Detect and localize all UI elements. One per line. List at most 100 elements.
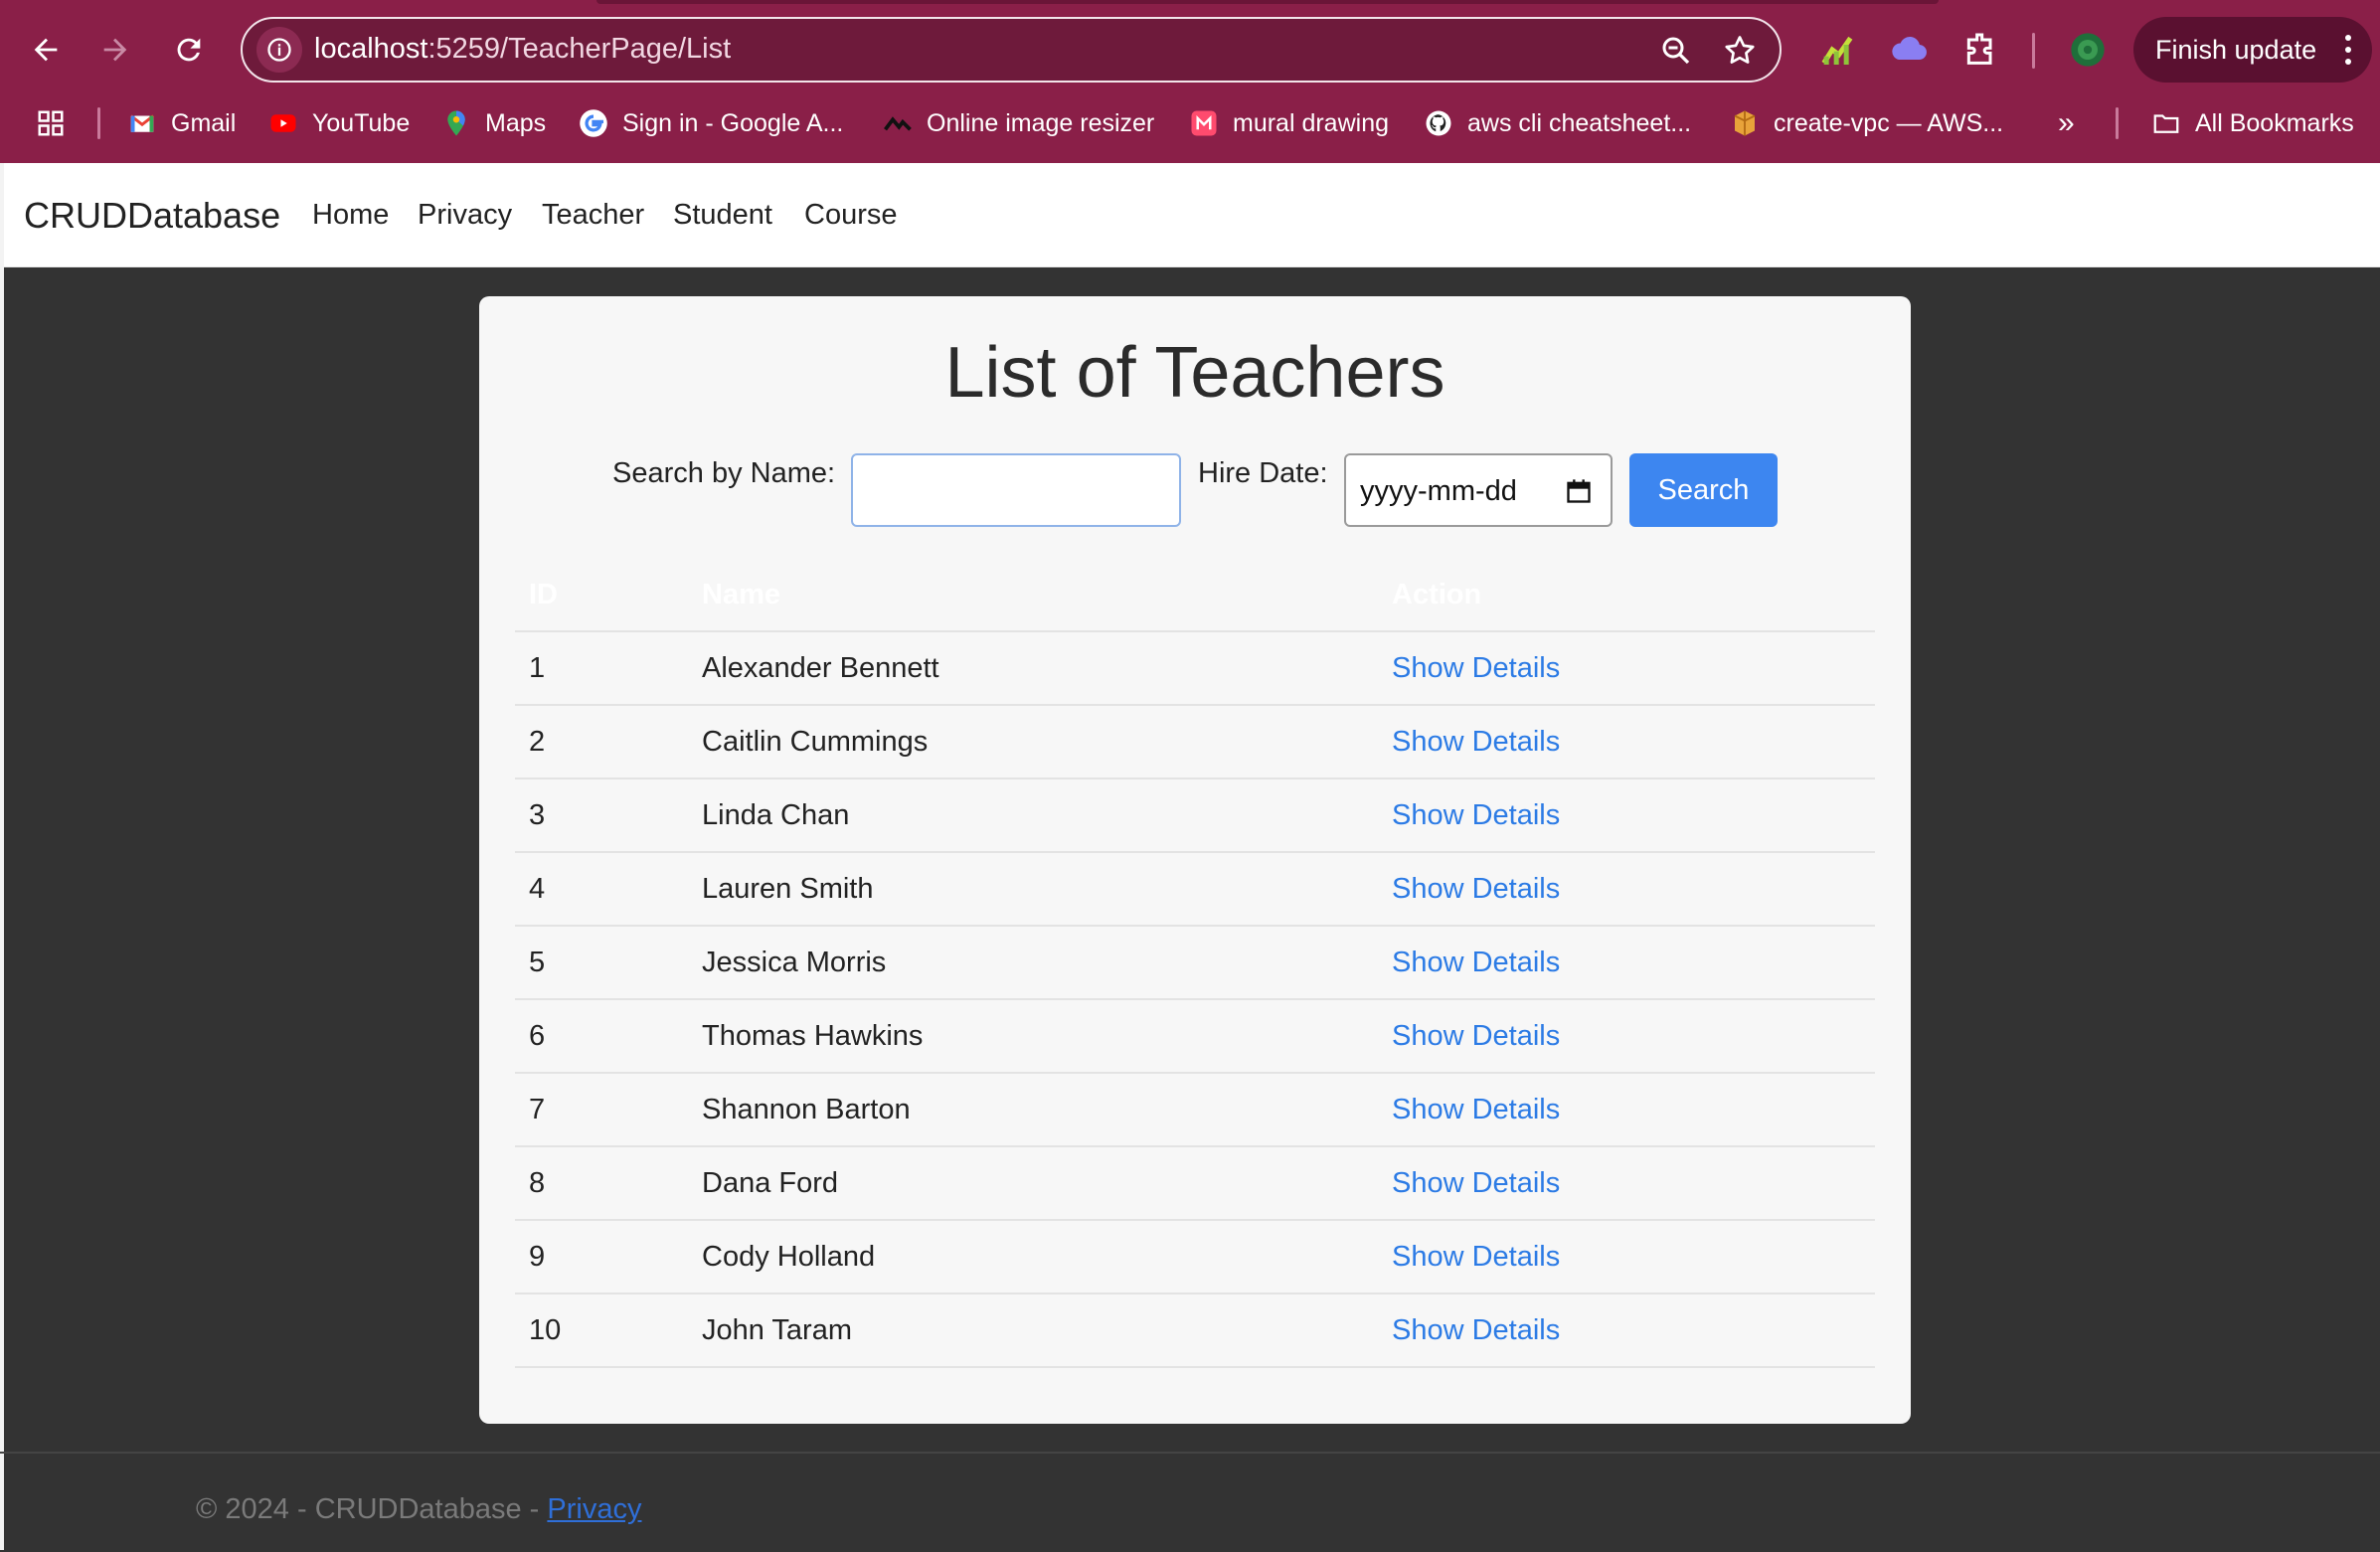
bookmark-maps[interactable]: Maps [441,101,546,145]
cell-name: John Taram [688,1293,1378,1368]
footer-text: © 2024 - CRUDDatabase - Privacy [196,1493,641,1526]
bookmark-gmail[interactable]: Gmail [127,101,236,145]
bookmark-label: Gmail [171,108,237,137]
toolbar-separator [2032,33,2035,69]
show-details-link[interactable]: Show Details [1392,1167,1560,1199]
nav-link-home[interactable]: Home [312,199,389,232]
footer-privacy-link[interactable]: Privacy [547,1493,641,1525]
profile-avatar-icon[interactable] [2068,30,2108,70]
teachers-table: ID Name Action 1 Alexander Bennett Show De… [515,559,1875,1368]
cell-id: 2 [515,704,688,778]
table-row: 1 Alexander Bennett Show Details [515,630,1875,705]
cell-name: Lauren Smith [688,851,1378,926]
search-name-label: Search by Name: [612,457,836,489]
cell-id: 6 [515,998,688,1073]
show-details-link[interactable]: Show Details [1392,1094,1560,1125]
show-details-link[interactable]: Show Details [1392,1314,1560,1346]
show-details-link[interactable]: Show Details [1392,726,1560,758]
table-header-row: ID Name Action [515,559,1875,631]
cell-action: Show Details [1378,630,1875,705]
search-button[interactable]: Search [1629,453,1778,527]
hire-date-placeholder: yyyy-mm-dd [1360,475,1517,507]
show-details-link[interactable]: Show Details [1392,1020,1560,1052]
header-name: Name [702,578,780,610]
cell-name: Jessica Morris [688,925,1378,999]
nav-link-teacher[interactable]: Teacher [542,199,644,232]
back-arrow-icon [34,38,58,62]
show-details-link[interactable]: Show Details [1392,1241,1560,1273]
app-navbar: CRUDDatabase Home Privacy Teacher Studen… [4,163,2380,267]
calendar-icon[interactable] [1565,477,1593,505]
cell-name: Thomas Hawkins [688,998,1378,1073]
bookmark-label: mural drawing [1233,108,1390,137]
cell-name: Caitlin Cummings [688,704,1378,778]
cell-id: 3 [515,777,688,852]
show-details-link[interactable]: Show Details [1392,652,1560,684]
github-icon [1424,108,1453,138]
cell-id: 9 [515,1219,688,1293]
cell-action: Show Details [1378,998,1875,1073]
nav-link-privacy[interactable]: Privacy [418,199,512,232]
bookmark-create-vpc[interactable]: create-vpc — AWS... [1730,101,2003,145]
forward-arrow-icon [103,38,127,62]
nav-link-student[interactable]: Student [673,199,772,232]
youtube-icon [268,108,298,138]
cell-name: Shannon Barton [688,1072,1378,1146]
finish-update-button[interactable]: Finish update [2133,17,2372,83]
resizer-icon [883,108,913,138]
cell-id: 7 [515,1072,688,1146]
table-row: 7 Shannon Barton Show Details [515,1072,1875,1146]
zoom-icon[interactable] [1658,33,1694,69]
page-footer: © 2024 - CRUDDatabase - Privacy [0,1452,2380,1552]
bookmark-google-signin[interactable]: Sign in - Google A... [579,101,843,145]
teachers-card: List of Teachers Search by Name: Hire Da… [479,296,1911,1424]
hire-date-label: Hire Date: [1198,457,1328,489]
apps-grid-button[interactable] [36,101,66,145]
chart-extension-icon[interactable] [1817,30,1857,70]
bookmark-star-icon[interactable] [1722,33,1758,69]
nav-link-course[interactable]: Course [804,199,898,232]
aws-icon [1730,108,1760,138]
reload-button[interactable] [159,20,219,80]
all-bookmarks-button[interactable]: All Bookmarks [2151,101,2354,145]
extensions-puzzle-icon[interactable] [1960,30,2000,70]
bookmarks-overflow-button[interactable]: » [2058,101,2075,145]
browser-chrome: localhost:5259/TeacherPage/List Finish u… [0,0,2380,163]
navbar-brand[interactable]: CRUDDatabase [24,195,280,237]
address-bar[interactable]: localhost:5259/TeacherPage/List [241,17,1782,83]
more-menu-icon [2345,35,2351,65]
finish-update-label: Finish update [2155,34,2317,65]
search-name-input[interactable] [851,453,1181,527]
cell-action: Show Details [1378,777,1875,852]
folder-icon [2151,108,2181,138]
bookmark-separator [97,107,100,139]
cell-action: Show Details [1378,1293,1875,1368]
bookmark-label: Maps [485,108,547,137]
table-row: 6 Thomas Hawkins Show Details [515,998,1875,1073]
table-row: 3 Linda Chan Show Details [515,777,1875,852]
bookmark-aws-cli[interactable]: aws cli cheatsheet... [1424,101,1691,145]
cell-id: 8 [515,1145,688,1220]
cell-action: Show Details [1378,1145,1875,1220]
table-row: 8 Dana Ford Show Details [515,1145,1875,1220]
bookmark-image-resizer[interactable]: Online image resizer [883,101,1154,145]
show-details-link[interactable]: Show Details [1392,873,1560,905]
cell-id: 1 [515,630,688,705]
bookmark-youtube[interactable]: YouTube [268,101,410,145]
bookmark-mural[interactable]: mural drawing [1189,101,1389,145]
cloud-extension-icon[interactable] [1889,30,1929,70]
bookmark-separator [2116,107,2119,139]
show-details-link[interactable]: Show Details [1392,947,1560,978]
hire-date-input[interactable]: yyyy-mm-dd [1344,453,1613,527]
show-details-link[interactable]: Show Details [1392,799,1560,831]
cell-action: Show Details [1378,925,1875,999]
url-host: localhost [314,33,428,65]
back-button[interactable] [16,20,76,80]
bookmark-label: Sign in - Google A... [622,108,844,137]
site-info-icon[interactable] [256,27,302,73]
forward-button[interactable] [85,20,145,80]
page-title: List of Teachers [944,333,1445,413]
tab-strip-edge [596,0,1939,4]
cell-action: Show Details [1378,1219,1875,1293]
chevron-double-right-icon: » [2058,106,2075,139]
